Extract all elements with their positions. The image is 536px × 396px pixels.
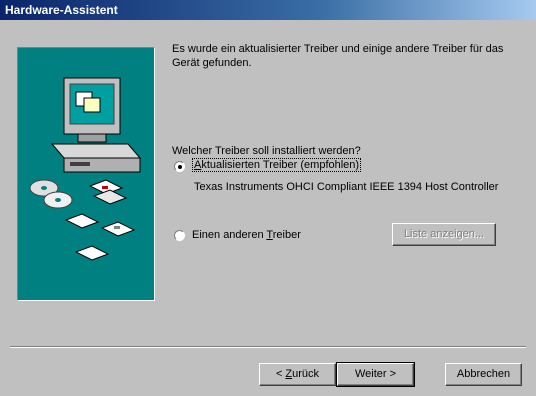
next-button[interactable]: Weiter > xyxy=(336,362,415,387)
label-part: ktualisierten Treiber (empfohlen) xyxy=(201,159,360,171)
title-bar[interactable]: Hardware-Assistent xyxy=(0,0,536,20)
label-part: urück xyxy=(292,368,320,380)
updated-driver-radio[interactable] xyxy=(174,161,185,172)
wizard-illustration xyxy=(17,47,155,301)
radio-selected-dot xyxy=(178,165,182,169)
cancel-button[interactable]: Abbrechen xyxy=(445,363,522,386)
other-driver-label[interactable]: Einen anderen Treiber xyxy=(192,229,301,241)
label-part: Einen anderen xyxy=(192,229,267,241)
label-part: reiber xyxy=(272,229,301,241)
computer-and-disks-icon xyxy=(29,77,142,261)
updated-driver-label[interactable]: Aktualisierten Treiber (empfohlen) xyxy=(192,158,362,172)
question-text: Welcher Treiber soll installiert werden? xyxy=(172,145,361,157)
intro-text: Es wurde ein aktualisierter Treiber und … xyxy=(172,43,504,69)
label-part: < xyxy=(275,368,286,380)
driver-description: Texas Instruments OHCI Compliant IEEE 13… xyxy=(194,181,499,193)
hardware-wizard-window: Hardware-Assistent Es wurde ein aktualis… xyxy=(0,0,536,396)
footer-separator xyxy=(10,346,526,348)
window-title: Hardware-Assistent xyxy=(5,3,118,17)
back-button[interactable]: < Zurück xyxy=(259,363,336,386)
show-list-button[interactable]: Liste anzeigen... xyxy=(392,223,496,246)
other-driver-radio[interactable] xyxy=(174,230,185,241)
